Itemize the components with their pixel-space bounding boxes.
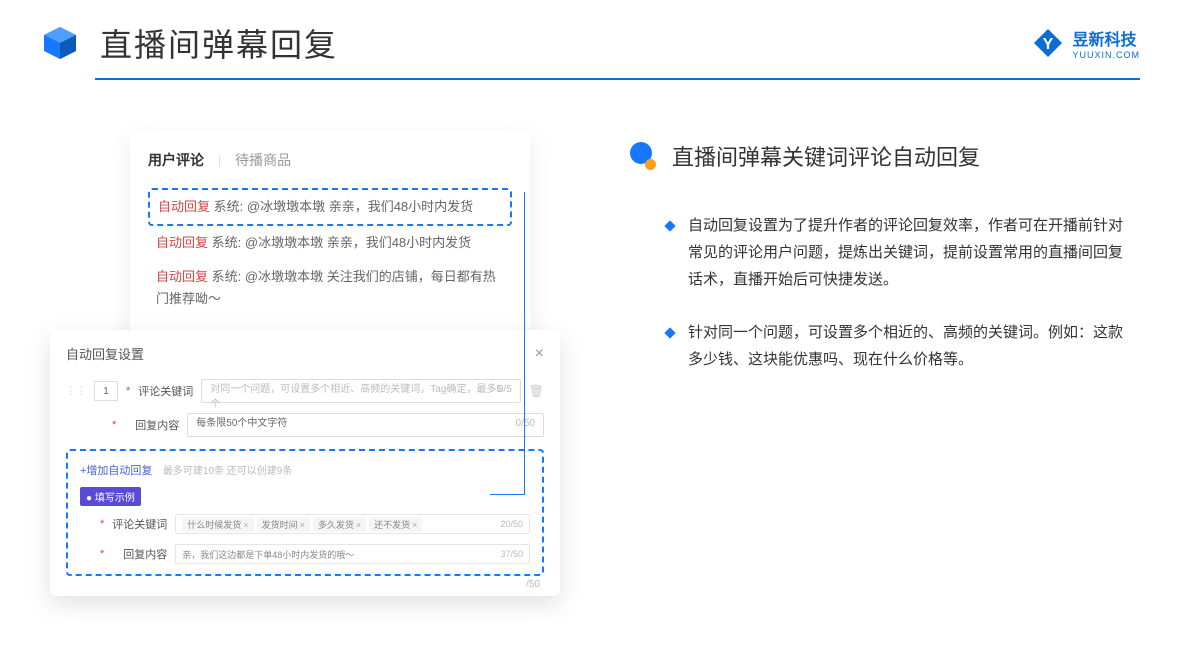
add-auto-reply-link[interactable]: +增加自动回复 — [80, 465, 152, 477]
cube-icon — [40, 23, 80, 63]
example-section: +增加自动回复 最多可建10条 还可以创建9条 ● 填写示例 * 评论关键词 什… — [66, 449, 544, 576]
section-title: 直播间弹幕关键词评论自动回复 — [672, 140, 980, 172]
delete-icon[interactable]: 🗑 — [529, 384, 544, 398]
logo-text-main: 昱新科技 — [1072, 26, 1140, 50]
connector-line — [490, 494, 525, 495]
auto-reply-tag: 自动回复 — [156, 235, 208, 250]
auto-reply-tag: 自动回复 — [156, 269, 208, 284]
comments-panel: 用户评论 | 待播商品 自动回复 系统: @冰墩墩本墩 亲亲，我们48小时内发货… — [130, 130, 530, 346]
content-placeholder: 每条限50个中文字符 — [196, 418, 287, 429]
modal-title: 自动回复设置 — [66, 344, 144, 363]
svg-text:Y: Y — [1043, 36, 1054, 53]
system-prefix: 系统: — [214, 199, 244, 214]
system-prefix: 系统: — [212, 269, 242, 284]
example-content-label: 回复内容 — [112, 546, 167, 562]
required-icon: * — [100, 548, 104, 560]
content-input[interactable]: 每条限50个中文字符 0/50 — [187, 413, 544, 437]
example-keyword-label: 评论关键词 — [112, 516, 167, 532]
tag-close-icon[interactable]: × — [300, 520, 305, 530]
content-label: 回复内容 — [124, 417, 179, 433]
tag-close-icon[interactable]: × — [412, 520, 417, 530]
comment-text-2: @冰墩墩本墩 亲亲，我们48小时内发货 — [245, 235, 471, 250]
tab-pending-products[interactable]: 待播商品 — [235, 150, 291, 170]
tab-user-comments[interactable]: 用户评论 — [148, 150, 204, 170]
logo-icon: Y — [1032, 27, 1064, 59]
bullet-text-2: 针对同一个问题，可设置多个相近的、高频的关键词。例如：这款多少钱、这块能优惠吗、… — [688, 319, 1130, 373]
example-content-text: 亲，我们这边都是下单48小时内发货的哦～ — [182, 548, 354, 561]
keyword-input[interactable]: 对同一个问题，可设置多个相近、高频的关键词，Tag确定，最多5个 0/5 — [201, 379, 520, 403]
required-icon: * — [100, 518, 104, 530]
auto-reply-settings-modal: 自动回复设置 × ⋮⋮ * 评论关键词 对同一个问题，可设置多个相近、高频的关键… — [50, 330, 560, 596]
tab-divider: | — [218, 153, 221, 167]
overflow-count: /50 — [526, 579, 540, 590]
keyword-count: 0/5 — [498, 384, 512, 395]
example-keyword-input[interactable]: 什么时候发货× 发货时间× 多久发货× 还不发货× 20/50 — [175, 514, 530, 534]
drag-handle-icon[interactable]: ⋮⋮ — [66, 386, 86, 397]
add-note: 最多可建10条 还可以创建9条 — [163, 466, 292, 477]
tag-chip: 多久发货× — [313, 517, 366, 532]
diamond-icon — [664, 220, 675, 231]
required-icon: * — [112, 419, 116, 431]
tag-close-icon[interactable]: × — [243, 520, 248, 530]
comment-text-1: @冰墩墩本墩 亲亲，我们48小时内发货 — [247, 199, 473, 214]
tag-chip: 发货时间× — [257, 517, 310, 532]
brand-logo: Y 昱新科技 YUUXIN.COM — [1032, 26, 1140, 60]
comment-row: 自动回复 系统: @冰墩墩本墩 亲亲，我们48小时内发货 — [148, 226, 512, 260]
bullet-icon — [630, 142, 658, 170]
tag-chip: 还不发货× — [369, 517, 422, 532]
content-count: 0/50 — [516, 418, 535, 429]
example-badge: ● 填写示例 — [80, 487, 141, 506]
auto-reply-tag: 自动回复 — [158, 199, 210, 214]
example-keyword-count: 20/50 — [500, 519, 523, 529]
comment-row-highlighted: 自动回复 系统: @冰墩墩本墩 亲亲，我们48小时内发货 — [148, 188, 512, 226]
keyword-label: 评论关键词 — [138, 383, 193, 399]
keyword-placeholder: 对同一个问题，可设置多个相近、高频的关键词，Tag确定，最多5个 — [210, 384, 502, 410]
tag-chip: 什么时候发货× — [182, 517, 253, 532]
example-content-count: 37/50 — [500, 549, 523, 559]
tag-close-icon[interactable]: × — [356, 520, 361, 530]
connector-line — [524, 192, 525, 494]
close-icon[interactable]: × — [535, 345, 544, 363]
order-input[interactable] — [94, 381, 118, 401]
logo-text-sub: YUUXIN.COM — [1072, 50, 1140, 60]
bullet-text-1: 自动回复设置为了提升作者的评论回复效率，作者可在开播前针对常见的评论用户问题，提… — [688, 212, 1130, 293]
diamond-icon — [664, 327, 675, 338]
comment-row: 自动回复 系统: @冰墩墩本墩 关注我们的店铺，每日都有热门推荐呦～ — [148, 260, 512, 316]
page-title: 直播间弹幕回复 — [100, 20, 338, 66]
example-content-input[interactable]: 亲，我们这边都是下单48小时内发货的哦～ 37/50 — [175, 544, 530, 564]
system-prefix: 系统: — [212, 235, 242, 250]
required-icon: * — [126, 385, 130, 397]
